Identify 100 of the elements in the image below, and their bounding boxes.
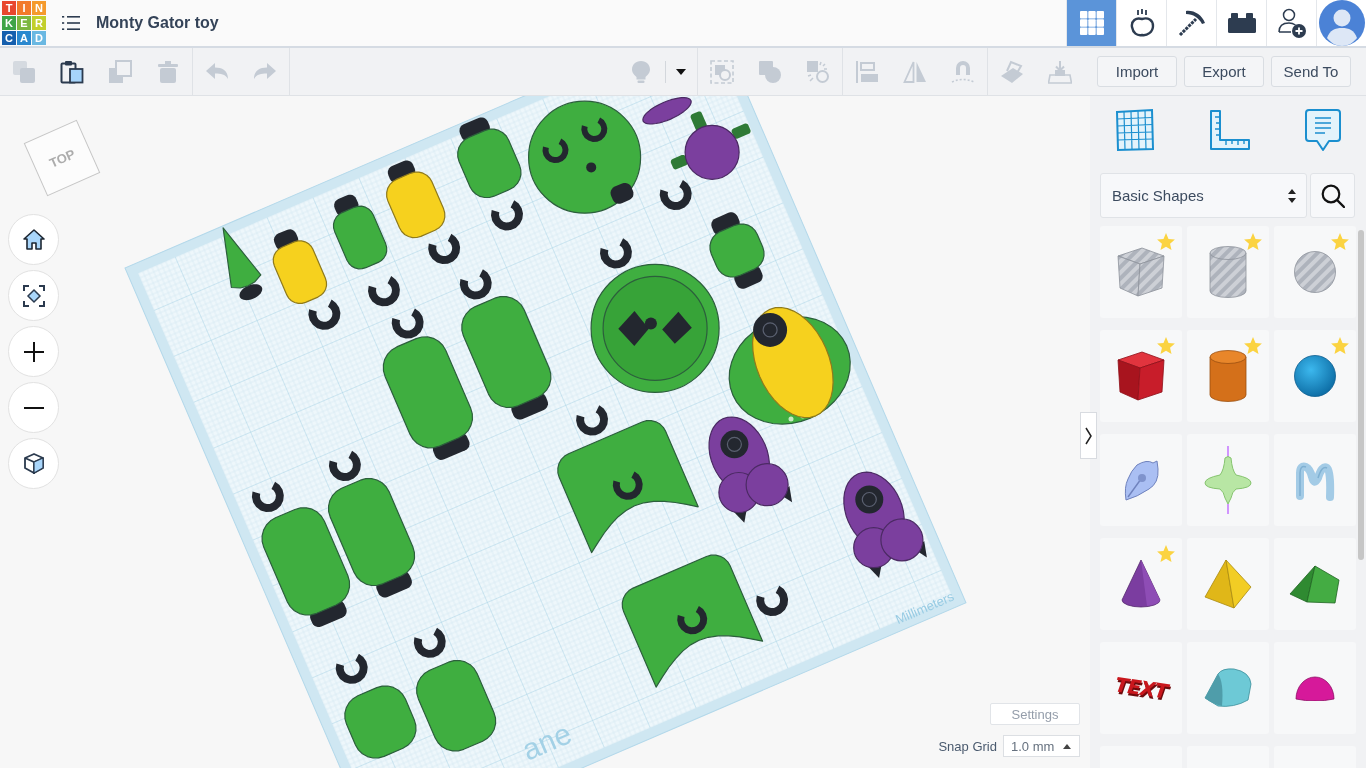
toolbar-button[interactable]: Import <box>1097 56 1177 87</box>
clip-model[interactable] <box>600 238 632 269</box>
logo-letter[interactable]: E <box>17 16 31 30</box>
shape-tile[interactable] <box>1187 226 1269 318</box>
clip-model[interactable] <box>328 450 361 481</box>
toolbar-button[interactable]: Export <box>1184 56 1264 87</box>
shape-tile[interactable] <box>1100 538 1182 630</box>
brick-icon <box>1227 13 1256 33</box>
star-icon[interactable] <box>1244 337 1262 354</box>
shape-tile[interactable] <box>1187 538 1269 630</box>
clip-model[interactable] <box>413 627 446 658</box>
clip-model[interactable] <box>756 585 789 616</box>
clip-model[interactable] <box>459 269 492 300</box>
perspective-button[interactable] <box>8 438 59 489</box>
shape-tile[interactable] <box>1187 434 1269 526</box>
clip-model[interactable] <box>491 200 523 231</box>
spiked-ball-model[interactable] <box>670 111 751 180</box>
shape-tile[interactable] <box>1187 330 1269 422</box>
design-title[interactable]: Monty Gator toy <box>96 14 219 32</box>
cube-icon <box>1116 350 1166 402</box>
view-cube[interactable]: TOP <box>23 119 101 197</box>
logo-letter[interactable]: T <box>2 1 16 15</box>
zoom-in-button[interactable] <box>8 326 59 377</box>
category-select[interactable]: Basic Shapes <box>1100 173 1307 218</box>
menu-icon[interactable] <box>62 16 80 30</box>
sphere-model[interactable] <box>528 100 642 214</box>
caret-icon[interactable] <box>676 68 686 75</box>
star-icon[interactable] <box>1331 233 1349 250</box>
capsule-model[interactable] <box>261 507 351 628</box>
shape-tile[interactable] <box>1187 642 1269 734</box>
nav-tab[interactable] <box>1116 0 1166 46</box>
striped-cube-icon <box>1116 246 1166 298</box>
capsule-model[interactable] <box>272 229 328 304</box>
clip-model[interactable] <box>368 276 400 307</box>
grid-plane-icon[interactable] <box>1115 108 1155 152</box>
star-icon[interactable] <box>1331 337 1349 354</box>
dome-icon <box>1295 675 1335 701</box>
search-button[interactable] <box>1310 173 1355 218</box>
star-icon[interactable] <box>1157 545 1175 562</box>
star-icon[interactable] <box>1244 233 1262 250</box>
shape-tile[interactable] <box>1274 538 1356 630</box>
clip-model[interactable] <box>659 179 692 210</box>
shape-tile[interactable] <box>1274 434 1356 526</box>
arch-model[interactable] <box>621 554 764 688</box>
shape-tile[interactable] <box>1100 330 1182 422</box>
capsule-model[interactable] <box>386 160 446 239</box>
cone-model[interactable] <box>222 227 263 301</box>
rocket-model[interactable] <box>708 416 793 523</box>
arch-model[interactable] <box>557 420 699 554</box>
clip-model[interactable] <box>576 405 608 436</box>
ruler-icon[interactable] <box>1209 109 1251 151</box>
star-icon[interactable] <box>1157 233 1175 250</box>
shape-tile[interactable] <box>1274 642 1356 734</box>
nav-tab[interactable] <box>1266 0 1316 46</box>
home-view-button[interactable] <box>8 214 59 265</box>
star-icon[interactable] <box>1157 337 1175 354</box>
note-icon[interactable] <box>1305 109 1341 151</box>
clip-model[interactable] <box>391 308 424 339</box>
capsule-model[interactable] <box>382 336 473 460</box>
paste-icon[interactable] <box>60 59 84 84</box>
shape-tile[interactable] <box>1100 226 1182 318</box>
rocket-model[interactable] <box>843 471 927 578</box>
home-icon <box>22 229 45 250</box>
clip-model[interactable] <box>251 481 284 512</box>
clip-model[interactable] <box>335 653 368 684</box>
logo-letter[interactable]: C <box>2 31 16 45</box>
logo-letter[interactable]: D <box>32 31 46 45</box>
apple-icon <box>1128 9 1155 37</box>
cylinder-icon <box>1208 350 1248 402</box>
snap-grid-select[interactable]: 1.0 mm <box>1003 735 1080 757</box>
logo-letter[interactable]: I <box>17 1 31 15</box>
logo-letter[interactable]: N <box>32 1 46 15</box>
caret-up-icon <box>1063 743 1071 749</box>
capsule-model[interactable] <box>457 117 522 199</box>
fit-view-button[interactable] <box>8 270 59 321</box>
nav-tab[interactable] <box>1216 0 1266 46</box>
ring-model[interactable] <box>590 263 720 393</box>
nav-tab[interactable] <box>1166 0 1216 46</box>
capsule-model[interactable] <box>332 194 388 270</box>
toolbar-button[interactable]: Send To <box>1271 56 1351 87</box>
add-user-icon <box>1277 8 1306 38</box>
clip-model[interactable] <box>308 299 341 330</box>
shape-tile[interactable] <box>1274 226 1356 318</box>
blob-model[interactable] <box>642 97 692 125</box>
account-button[interactable] <box>1316 0 1366 46</box>
clip-model[interactable] <box>428 233 461 264</box>
egg-model[interactable] <box>728 306 851 425</box>
shape-tile[interactable]: TEXT <box>1100 642 1182 734</box>
capsule-model[interactable] <box>461 296 552 420</box>
collapse-panel-button[interactable] <box>1080 412 1097 459</box>
settings-button[interactable]: Settings <box>990 703 1080 725</box>
workplane-label: ane <box>517 716 577 767</box>
shape-tile[interactable] <box>1274 330 1356 422</box>
logo-letter[interactable]: K <box>2 16 16 30</box>
shape-tile[interactable] <box>1100 434 1182 526</box>
logo-letter[interactable]: A <box>17 31 31 45</box>
capsule-model[interactable] <box>709 212 765 289</box>
scrollbar-thumb[interactable] <box>1358 230 1364 560</box>
half-cylinder-icon <box>1204 668 1252 708</box>
capsule-model[interactable] <box>328 478 416 598</box>
